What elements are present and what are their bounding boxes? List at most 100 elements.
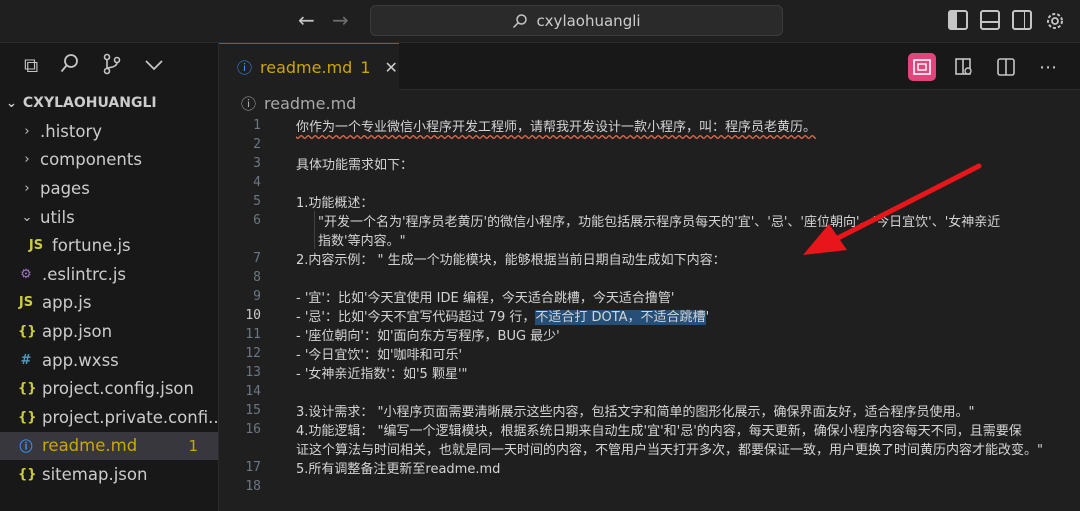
source-control-icon[interactable]: [102, 53, 122, 75]
line-number: 16: [245, 422, 261, 437]
code-line[interactable]: 18: [219, 477, 1080, 496]
tree-item-label: readme.md: [42, 436, 138, 456]
code-line[interactable]: 证这个算法与时间相关，也就是同一天时间的内容，不管用户当天打开多次，都要保证一致…: [219, 439, 1080, 458]
gear-icon[interactable]: [1044, 10, 1066, 32]
search-icon[interactable]: [60, 53, 80, 75]
line-number: 11: [245, 327, 261, 342]
code-line[interactable]: 16 4.功能逻辑： "编写一个逻辑模块，根据系统日期来自动生成'宜'和'忌'的内…: [219, 420, 1080, 439]
file-item[interactable]: {} sitemap.json: [0, 460, 218, 489]
red-arrow-annotation: [803, 163, 982, 255]
file-type-icon: #: [20, 352, 32, 368]
folder-item[interactable]: › .history: [0, 117, 218, 146]
tab-problem-badge: 1: [360, 57, 371, 77]
code-line[interactable]: 8: [219, 268, 1080, 287]
folder-item[interactable]: › pages: [0, 174, 218, 203]
code-line[interactable]: 1 你作为一个专业微信小程序开发工程师，请帮我开发设计一款小程序，叫：程序员老黄历…: [219, 116, 1080, 135]
tree-item-label: app.js: [42, 293, 92, 313]
code-line[interactable]: 15 3.设计需求： "小程序页面需要清晰展示这些内容，包括文字和简单的图形化展示…: [219, 401, 1080, 420]
explorer-sidebar: ⧉ ⌄ CXYLAOHUANGLI › .history › components › p…: [0, 43, 219, 511]
line-number: 1: [253, 118, 261, 133]
file-item[interactable]: {} project.private.confi...: [0, 403, 218, 432]
selected-text: 不适合打 DOTA，不适合跳槽: [535, 310, 706, 325]
code-text: 证这个算法与时间相关，也就是同一天时间的内容，不管用户当天打开多次，都要保证一致…: [261, 439, 1043, 458]
tab-label: readme.md: [260, 57, 353, 77]
line-number: 10: [245, 308, 261, 323]
line-number: 12: [245, 346, 261, 361]
line-number: 17: [245, 460, 261, 475]
toggle-panel-icon[interactable]: [980, 10, 1000, 30]
toggle-primary-sidebar-icon[interactable]: [948, 10, 968, 30]
code-text: - '座位朝向'：如'面向东方写程序，BUG 最少': [261, 325, 560, 344]
code-text: 5.所有调整备注更新至readme.md: [261, 458, 500, 477]
folder-item[interactable]: › components: [0, 146, 218, 175]
folder-item[interactable]: ⌄ utils: [0, 203, 218, 232]
code-line[interactable]: 11 - '座位朝向'：如'面向东方写程序，BUG 最少': [219, 325, 1080, 344]
file-item[interactable]: ⚙ .eslintrc.js: [0, 260, 218, 289]
code-text: 2.内容示例： " 生成一个功能模块，能够根据当前日期自动生成如下内容：: [261, 249, 726, 268]
breadcrumb[interactable]: ⓘ readme.md: [219, 90, 1080, 116]
code-line[interactable]: 12 - '今日宜饮'：如'咖啡和可乐': [219, 344, 1080, 363]
file-type-icon: JS: [28, 238, 44, 254]
back-arrow-icon[interactable]: ←: [298, 8, 315, 32]
forward-arrow-icon[interactable]: →: [332, 8, 349, 32]
code-text-segment: - '忌'：比如'今天不宜写代码超过 79 行，: [296, 310, 536, 325]
code-text: - '今日宜饮'：如'咖啡和可乐': [261, 344, 462, 363]
code-text-segment: - '今日宜饮'：如'咖啡和可乐': [296, 348, 463, 363]
file-item[interactable]: # app.wxss: [0, 346, 218, 375]
chevron-down-icon[interactable]: [144, 53, 164, 75]
file-item[interactable]: ⓘ readme.md 1: [0, 431, 218, 461]
open-preview-side-icon[interactable]: [950, 53, 978, 81]
line-number: 2: [253, 137, 261, 152]
chevron-down-icon: ⌄: [21, 209, 33, 225]
code-line[interactable]: 10 - '忌'：比如'今天不宜写代码超过 79 行，不适合打 DOTA，不适合跳…: [219, 306, 1080, 325]
chevron-down-icon: ⌄: [6, 95, 17, 111]
code-text-segment: - '座位朝向'：如'面向东方写程序，BUG 最少': [296, 329, 560, 344]
line-number: 13: [245, 365, 261, 380]
file-item[interactable]: {} project.config.json: [0, 374, 218, 403]
tree-item-label: app.json: [42, 321, 113, 341]
code-text: 指数'等内容。": [261, 230, 406, 249]
file-type-icon: ⚙: [20, 266, 32, 282]
tree-item-label: utils: [40, 207, 75, 227]
code-line[interactable]: 2: [219, 135, 1080, 154]
breadcrumb-file: readme.md: [264, 93, 357, 113]
code-text-segment: 2.内容示例： " 生成一个功能模块，能够根据当前日期自动生成如下内容：: [296, 253, 726, 268]
file-item[interactable]: {} app.json: [0, 317, 218, 346]
file-item[interactable]: JS fortune.js: [0, 231, 218, 260]
code-text-segment: - '女神亲近指数'：如'5 颗星'": [296, 367, 468, 382]
code-line[interactable]: 9 - '宜'：比如'今天宜使用 IDE 编程，今天适合跳槽，今天适合撸管': [219, 287, 1080, 306]
tree-item-label: app.wxss: [42, 350, 119, 370]
explorer-root-folder[interactable]: ⌄ CXYLAOHUANGLI: [0, 89, 218, 117]
tree-item-label: components: [40, 150, 142, 170]
line-number: 18: [245, 479, 261, 494]
search-icon: [513, 13, 528, 28]
tab-readme[interactable]: ⓘ readme.md 1 ✕: [219, 43, 399, 90]
code-line[interactable]: 13 - '女神亲近指数'：如'5 颗星'": [219, 363, 1080, 382]
split-editor-icon[interactable]: [992, 53, 1020, 81]
code-text-segment: 证这个算法与时间相关，也就是同一天时间的内容，不管用户当天打开多次，都要保证一致…: [296, 443, 1043, 458]
toggle-secondary-sidebar-icon[interactable]: [1012, 10, 1032, 30]
problem-badge: 1: [188, 436, 198, 455]
line-number: 8: [253, 270, 261, 285]
files-icon[interactable]: ⧉: [24, 53, 38, 89]
line-number: 15: [245, 403, 261, 418]
command-center-search[interactable]: cxylaohuangli: [370, 5, 783, 36]
code-line[interactable]: 14: [219, 382, 1080, 401]
line-number: 5: [253, 194, 261, 209]
tree-item-label: pages: [40, 178, 90, 198]
root-folder-label: CXYLAOHUANGLI: [22, 95, 157, 111]
more-actions-icon[interactable]: ⋯: [1034, 53, 1062, 81]
file-item[interactable]: JS app.js: [0, 289, 218, 318]
title-bar: ← → cxylaohuangli: [0, 0, 1080, 43]
code-text: 3.设计需求： "小程序页面需要清晰展示这些内容，包括文字和简单的图形化展示，确…: [261, 401, 975, 420]
indent-guide: [314, 211, 315, 230]
code-line[interactable]: 17 5.所有调整备注更新至readme.md: [219, 458, 1080, 477]
preview-toggle-button[interactable]: [908, 53, 936, 81]
chevron-right-icon: ›: [24, 180, 30, 196]
line-number: 9: [253, 289, 261, 304]
file-type-icon: {}: [18, 466, 37, 482]
code-text-segment: 4.功能逻辑： "编写一个逻辑模块，根据系统日期来自动生成'宜'和'忌'的内容，…: [296, 424, 1022, 439]
code-text-segment: - '宜'：比如'今天宜使用 IDE 编程，今天适合跳槽，今天适合撸管': [296, 291, 675, 306]
line-number: 14: [245, 384, 261, 399]
close-icon[interactable]: ✕: [385, 58, 398, 77]
